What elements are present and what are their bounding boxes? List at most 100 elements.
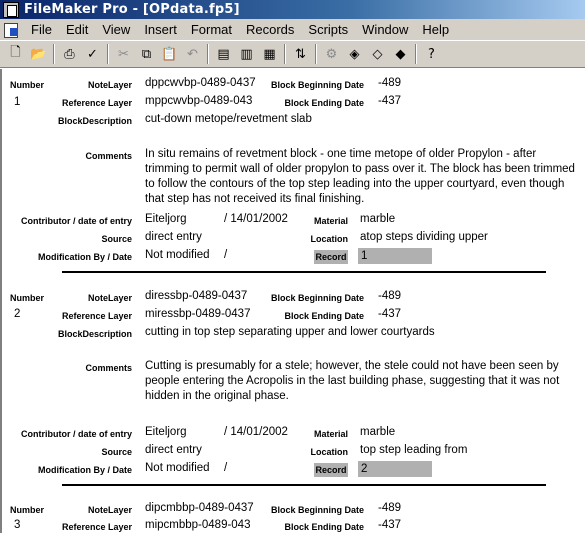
field-note-layer[interactable]: diressbp-0489-0437 [145, 290, 247, 302]
label-source: Source [101, 447, 132, 457]
label-reference-layer: Reference Layer [61, 311, 132, 321]
toolbar-separator [207, 44, 209, 64]
undo-icon[interactable]: ↶ [181, 43, 204, 65]
label-contributor: Contributor / date of entry [21, 216, 132, 226]
find-icon[interactable]: ▦ [258, 43, 281, 65]
field-block-description[interactable]: cutting in top step separating upper and… [145, 326, 435, 338]
label-reference-layer: Reference Layer [61, 98, 132, 108]
field-number[interactable]: 2 [14, 308, 20, 320]
field-contributor[interactable]: Eiteljorg [145, 426, 187, 438]
modification-date-separator: / [224, 249, 228, 261]
field-modification[interactable]: Not modified [145, 249, 210, 261]
menu-format[interactable]: Format [184, 22, 239, 37]
label-number: Number [10, 293, 45, 303]
cut-icon[interactable]: ✂ [112, 43, 135, 65]
omit-multiple-icon[interactable]: ◆ [389, 43, 412, 65]
document-menu-icon[interactable] [2, 22, 20, 38]
field-block-beginning-date[interactable]: -489 [378, 502, 401, 514]
field-source[interactable]: direct entry [145, 444, 202, 456]
toolbar-separator [415, 44, 417, 64]
menu-file[interactable]: File [24, 22, 59, 37]
menu-insert[interactable]: Insert [137, 22, 184, 37]
toolbar: 🗋 📂 ⎙ ✓ ✂ ⧉ 📋 ↶ ▤ ▥ ▦ ⇅ ⚙ ◈ ◇ ◆ ? [0, 40, 585, 68]
label-number: Number [10, 505, 45, 515]
paste-icon[interactable]: 📋 [158, 43, 181, 65]
label-location: Location [310, 447, 349, 457]
field-note-layer[interactable]: dipcmbbp-0489-0437 [145, 502, 254, 514]
label-record: Record [314, 250, 348, 264]
field-entry-date[interactable]: / 14/01/2002 [224, 213, 288, 225]
field-block-ending-date[interactable]: -437 [378, 308, 401, 320]
label-contributor: Contributor / date of entry [21, 429, 132, 439]
script-icon[interactable]: ⚙ [320, 43, 343, 65]
menu-edit[interactable]: Edit [59, 22, 95, 37]
record-2: Number NoteLayer diressbp-0489-0437 Bloc… [2, 288, 585, 498]
copy-icon[interactable]: ⧉ [135, 43, 158, 65]
field-note-layer[interactable]: dppcwvbp-0489-0437 [145, 77, 256, 89]
field-entry-date[interactable]: / 14/01/2002 [224, 426, 288, 438]
label-note-layer: NoteLayer [87, 80, 132, 90]
toolbar-separator [53, 44, 55, 64]
open-folder-icon[interactable]: 📂 [27, 43, 50, 65]
field-number[interactable]: 1 [14, 96, 20, 108]
help-icon[interactable]: ? [420, 43, 443, 65]
menu-window[interactable]: Window [355, 22, 415, 37]
record-3: Number NoteLayer dipcmbbp-0489-0437 Bloc… [2, 500, 585, 533]
field-record[interactable]: 2 [358, 461, 432, 477]
filemaker-app-icon[interactable] [3, 1, 19, 18]
field-source[interactable]: direct entry [145, 231, 202, 243]
field-material[interactable]: marble [360, 426, 395, 438]
menu-scripts[interactable]: Scripts [301, 22, 355, 37]
label-record: Record [314, 463, 348, 477]
field-block-ending-date[interactable]: -437 [378, 519, 401, 531]
label-note-layer: NoteLayer [87, 293, 132, 303]
label-block-ending-date: Block Ending Date [284, 98, 364, 108]
sort-icon[interactable]: ⇅ [289, 43, 312, 65]
label-reference-layer: Reference Layer [61, 522, 132, 532]
menu-records[interactable]: Records [239, 22, 301, 37]
new-document-icon[interactable]: 🗋 [4, 43, 27, 65]
modification-date-separator: / [224, 462, 228, 474]
toolbar-separator [315, 44, 317, 64]
field-number[interactable]: 3 [14, 519, 20, 531]
label-block-beginning-date: Block Beginning Date [270, 293, 364, 303]
field-comments[interactable]: In situ remains of revetment block - one… [145, 147, 580, 207]
field-record[interactable]: 1 [358, 248, 432, 264]
omit-icon[interactable]: ◇ [366, 43, 389, 65]
label-block-ending-date: Block Ending Date [284, 311, 364, 321]
record-divider [62, 484, 546, 486]
window-title: FileMaker Pro - [OPdata.fp5] [24, 2, 240, 17]
field-contributor[interactable]: Eiteljorg [145, 213, 187, 225]
field-block-beginning-date[interactable]: -489 [378, 290, 401, 302]
field-location[interactable]: atop steps dividing upper [360, 231, 488, 243]
field-block-beginning-date[interactable]: -489 [378, 77, 401, 89]
label-modification: Modification By / Date [37, 465, 132, 475]
menu-view[interactable]: View [95, 22, 137, 37]
field-comments[interactable]: Cutting is presumably for a stele; howev… [145, 359, 580, 404]
label-comments: Comments [85, 151, 132, 161]
label-block-beginning-date: Block Beginning Date [270, 80, 364, 90]
menu-help[interactable]: Help [415, 22, 456, 37]
label-block-description: BlockDescription [57, 116, 132, 126]
field-reference-layer[interactable]: mppcwvbp-0489-043 [145, 95, 252, 107]
delete-record-icon[interactable]: ▥ [235, 43, 258, 65]
show-all-icon[interactable]: ◈ [343, 43, 366, 65]
label-location: Location [310, 234, 349, 244]
field-reference-layer[interactable]: mipcmbbp-0489-043 [145, 519, 250, 531]
field-reference-layer[interactable]: miressbp-0489-0437 [145, 308, 250, 320]
toolbar-separator [107, 44, 109, 64]
label-note-layer: NoteLayer [87, 505, 132, 515]
field-modification[interactable]: Not modified [145, 462, 210, 474]
label-modification: Modification By / Date [37, 252, 132, 262]
new-record-icon[interactable]: ▤ [212, 43, 235, 65]
label-comments: Comments [85, 363, 132, 373]
field-location[interactable]: top step leading from [360, 444, 467, 456]
record-list[interactable]: Number NoteLayer dppcwvbp-0489-0437 Bloc… [0, 69, 585, 533]
print-icon[interactable]: ⎙ [58, 43, 81, 65]
label-material: Material [313, 216, 348, 226]
spelling-icon[interactable]: ✓ [81, 43, 104, 65]
field-block-ending-date[interactable]: -437 [378, 95, 401, 107]
menu-bar: File Edit View Insert Format Records Scr… [0, 19, 585, 40]
field-material[interactable]: marble [360, 213, 395, 225]
field-block-description[interactable]: cut-down metope/revetment slab [145, 113, 312, 125]
